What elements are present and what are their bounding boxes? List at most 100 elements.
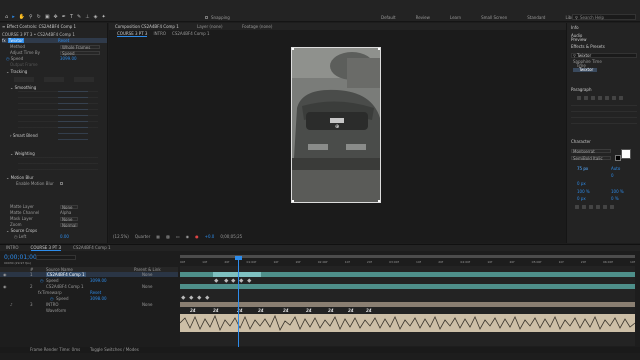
- param-group-weighting[interactable]: ⌄ Weighting: [0, 151, 107, 156]
- font-style-dropdown[interactable]: SemiBold Italic: [571, 156, 611, 161]
- justify-right-icon[interactable]: [612, 96, 616, 100]
- audio-waveform[interactable]: [180, 314, 635, 332]
- layer-marker[interactable]: 24: [306, 308, 312, 313]
- bbox-handle[interactable]: [292, 200, 294, 202]
- param-group-source-crops[interactable]: ⌄ Source Crops: [0, 228, 107, 233]
- layer-row-2-speed[interactable]: ◷ Speed 3098.00: [0, 296, 178, 301]
- mask-icon[interactable]: ▭: [176, 234, 180, 239]
- keyframe[interactable]: [247, 278, 252, 283]
- justify-center-icon[interactable]: [605, 96, 609, 100]
- leading-value[interactable]: Auto: [611, 166, 620, 171]
- playhead[interactable]: [238, 257, 239, 347]
- clip-bar-highlight[interactable]: [213, 272, 261, 277]
- keyframe[interactable]: [197, 295, 202, 300]
- home-icon[interactable]: ⌂: [5, 14, 8, 20]
- pan-tool-icon[interactable]: ✥: [54, 14, 58, 20]
- region-icon[interactable]: ▦: [156, 234, 160, 239]
- track-area[interactable]: 24 24 24 24 24 24 24 24 24: [180, 266, 635, 346]
- param-group-tracking[interactable]: ⌄ Tracking: [0, 69, 107, 74]
- property-value[interactable]: 3099.00: [90, 278, 107, 283]
- eraser-tool-icon[interactable]: ◈: [94, 14, 98, 20]
- keyframe[interactable]: [181, 295, 186, 300]
- effects-presets-header[interactable]: Effects & Presets: [571, 44, 605, 49]
- font-family-dropdown[interactable]: Montserrat: [571, 149, 611, 154]
- workspace-learn[interactable]: Learn: [450, 15, 461, 20]
- faux-bold-icon[interactable]: [575, 205, 579, 209]
- visibility-icon[interactable]: ◉: [3, 284, 7, 289]
- justify-left-icon[interactable]: [598, 96, 602, 100]
- fx-icon[interactable]: fx: [2, 38, 6, 43]
- subtab-intro[interactable]: INTRO: [153, 31, 166, 37]
- paragraph-header[interactable]: Paragraph: [571, 87, 592, 92]
- brush-tool-icon[interactable]: ✎: [77, 14, 81, 20]
- layer-marker[interactable]: 24: [366, 308, 372, 313]
- align-right-icon[interactable]: [591, 96, 595, 100]
- layer-row-3[interactable]: ♪ 3 INTRO None: [0, 302, 178, 307]
- baseline-shift-value[interactable]: 0 px: [577, 196, 586, 201]
- work-area-bar[interactable]: [180, 255, 635, 258]
- layer-row-2-timewarp[interactable]: fx Timewarp Reset: [0, 290, 178, 295]
- mask-layer-dropdown[interactable]: None: [60, 216, 78, 221]
- small-caps-icon[interactable]: [596, 205, 600, 209]
- composition-viewer[interactable]: ⊕: [291, 47, 381, 203]
- keyframe[interactable]: [205, 295, 210, 300]
- layer-marker[interactable]: 24: [190, 308, 196, 313]
- toggle-switches-modes[interactable]: Toggle Switches / Modes: [90, 347, 139, 353]
- layer-marker[interactable]: 24: [283, 308, 289, 313]
- layer-row-2[interactable]: ◉ 2 CS2A4BF4 Comp 1 None: [0, 284, 178, 289]
- timeline-tab-intro[interactable]: INTRO: [6, 245, 19, 251]
- snapping-toggle[interactable]: Snapping: [205, 15, 230, 20]
- keyframe[interactable]: [214, 278, 219, 283]
- clip-bar-comp-2[interactable]: [180, 284, 635, 289]
- font-size-value[interactable]: 75 px: [577, 166, 588, 171]
- clip-bar-intro[interactable]: [180, 302, 635, 307]
- composition-tab[interactable]: Composition CS2A4BF4 Comp 1: [115, 24, 179, 29]
- workspace-standard[interactable]: Standard: [527, 15, 545, 20]
- param-group-smoothing[interactable]: ⌄ Smoothing: [0, 85, 107, 90]
- align-left-icon[interactable]: [577, 96, 581, 100]
- effect-controls-tab[interactable]: ≡ Effect Controls: CS2A4BF4 Comp 1: [2, 24, 76, 30]
- camera-tool-icon[interactable]: ▣: [45, 14, 50, 20]
- subtab-course[interactable]: COURSE 3 PT 3: [117, 31, 148, 37]
- subscript-icon[interactable]: [610, 205, 614, 209]
- tracking-value[interactable]: 0: [611, 173, 614, 178]
- viewer-timecode[interactable]: 0;00;05;25: [220, 234, 242, 239]
- horizontal-scale-value[interactable]: 100 %: [611, 189, 624, 194]
- timeline-search[interactable]: [36, 255, 76, 260]
- preview-section[interactable]: Preview: [571, 37, 587, 42]
- zoom-level[interactable]: (12.5%): [113, 234, 129, 239]
- layer-marker[interactable]: 24: [213, 308, 219, 313]
- selection-tool-icon[interactable]: ▸: [12, 14, 15, 20]
- rotate-tool-icon[interactable]: ↻: [37, 14, 41, 20]
- keyframe[interactable]: [224, 278, 229, 283]
- adjust-time-dropdown[interactable]: Speed: [60, 50, 100, 55]
- color-icon[interactable]: ●: [195, 234, 199, 239]
- visibility-icon[interactable]: ◉: [3, 272, 7, 277]
- superscript-icon[interactable]: [603, 205, 607, 209]
- timeline-tab-course[interactable]: COURSE 3 PT 3: [30, 245, 62, 251]
- subtab-comp[interactable]: CS2A4BF4 Comp 1: [172, 31, 210, 37]
- param-group-smart-blend[interactable]: › Smart Blend: [0, 133, 107, 138]
- keyframe[interactable]: [231, 278, 236, 283]
- bbox-handle[interactable]: [292, 48, 294, 50]
- align-center-icon[interactable]: [584, 96, 588, 100]
- effects-search-field[interactable]: ⚲ Twixtor: [571, 53, 637, 58]
- matte-layer-dropdown[interactable]: None: [60, 204, 78, 209]
- workspace-small-screen[interactable]: Small Screen: [481, 15, 507, 20]
- enable-motion-blur-checkbox[interactable]: [60, 182, 63, 185]
- stopwatch-icon[interactable]: ◷: [50, 296, 54, 301]
- effects-item-selected[interactable]: Twixtor: [573, 68, 597, 72]
- param-group-motion-blur[interactable]: ⌄ Motion Blur: [0, 175, 107, 180]
- workspace-default[interactable]: Default: [381, 15, 396, 20]
- speed-value[interactable]: 3099.00: [60, 56, 77, 61]
- all-caps-icon[interactable]: [589, 205, 593, 209]
- speaker-icon[interactable]: ♪: [10, 302, 13, 307]
- keyframe[interactable]: [189, 295, 194, 300]
- property-value[interactable]: 3098.00: [90, 296, 107, 301]
- workspace-review[interactable]: Review: [416, 15, 430, 20]
- stamp-tool-icon[interactable]: ⊥: [85, 14, 89, 20]
- layer-marker[interactable]: 24: [348, 308, 354, 313]
- layer-row-1[interactable]: ◉ 1 CS2A4BF4 Comp 1 None: [0, 272, 178, 277]
- layer-row-1-speed[interactable]: ◷ Speed 3099.00: [0, 278, 178, 283]
- bbox-handle[interactable]: [378, 200, 380, 202]
